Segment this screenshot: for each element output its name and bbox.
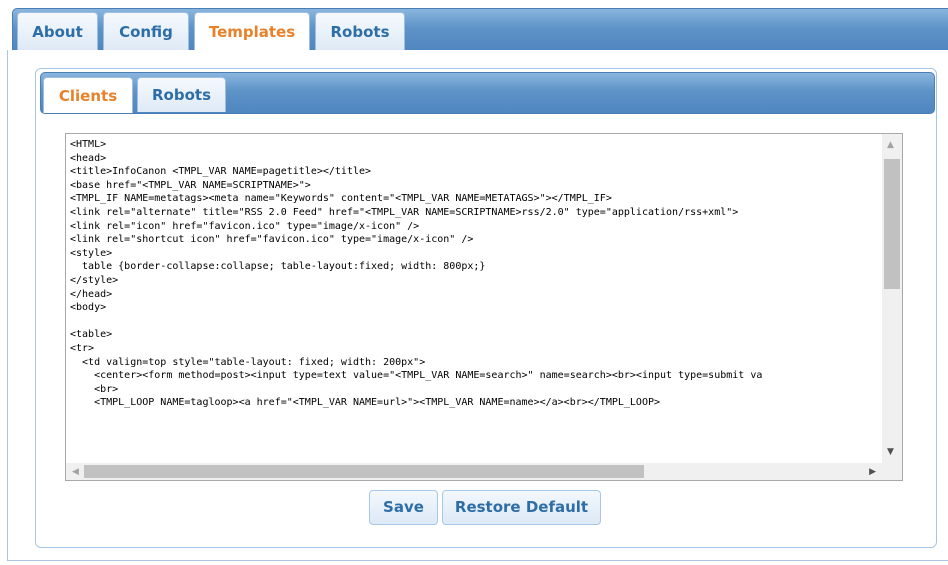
save-button[interactable]: Save <box>369 490 438 525</box>
template-code[interactable]: <HTML> <head> <title>InfoCanon <TMPL_VAR… <box>70 138 880 460</box>
scroll-down-icon[interactable]: ▼ <box>887 447 894 457</box>
tab-robots[interactable]: Robots <box>315 12 405 50</box>
subtab-robots[interactable]: Robots <box>137 77 226 112</box>
vertical-scrollbar[interactable]: ▲ ▼ <box>882 134 902 463</box>
tab-templates[interactable]: Templates <box>194 12 310 53</box>
subtab-clients[interactable]: Clients <box>43 77 133 113</box>
horizontal-scrollbar[interactable]: ◀ ▶ <box>66 463 882 480</box>
horizontal-scroll-thumb[interactable] <box>84 465 644 478</box>
tab-about[interactable]: About <box>17 12 98 50</box>
template-editor[interactable]: <HTML> <head> <title>InfoCanon <TMPL_VAR… <box>65 133 903 481</box>
scroll-right-icon[interactable]: ▶ <box>869 467 876 477</box>
scroll-left-icon[interactable]: ◀ <box>72 467 79 477</box>
vertical-scroll-thumb[interactable] <box>884 159 900 289</box>
scrollbar-corner <box>882 463 902 480</box>
scroll-up-icon[interactable]: ▲ <box>887 140 894 150</box>
restore-default-button[interactable]: Restore Default <box>442 490 601 525</box>
tab-config[interactable]: Config <box>103 12 189 50</box>
